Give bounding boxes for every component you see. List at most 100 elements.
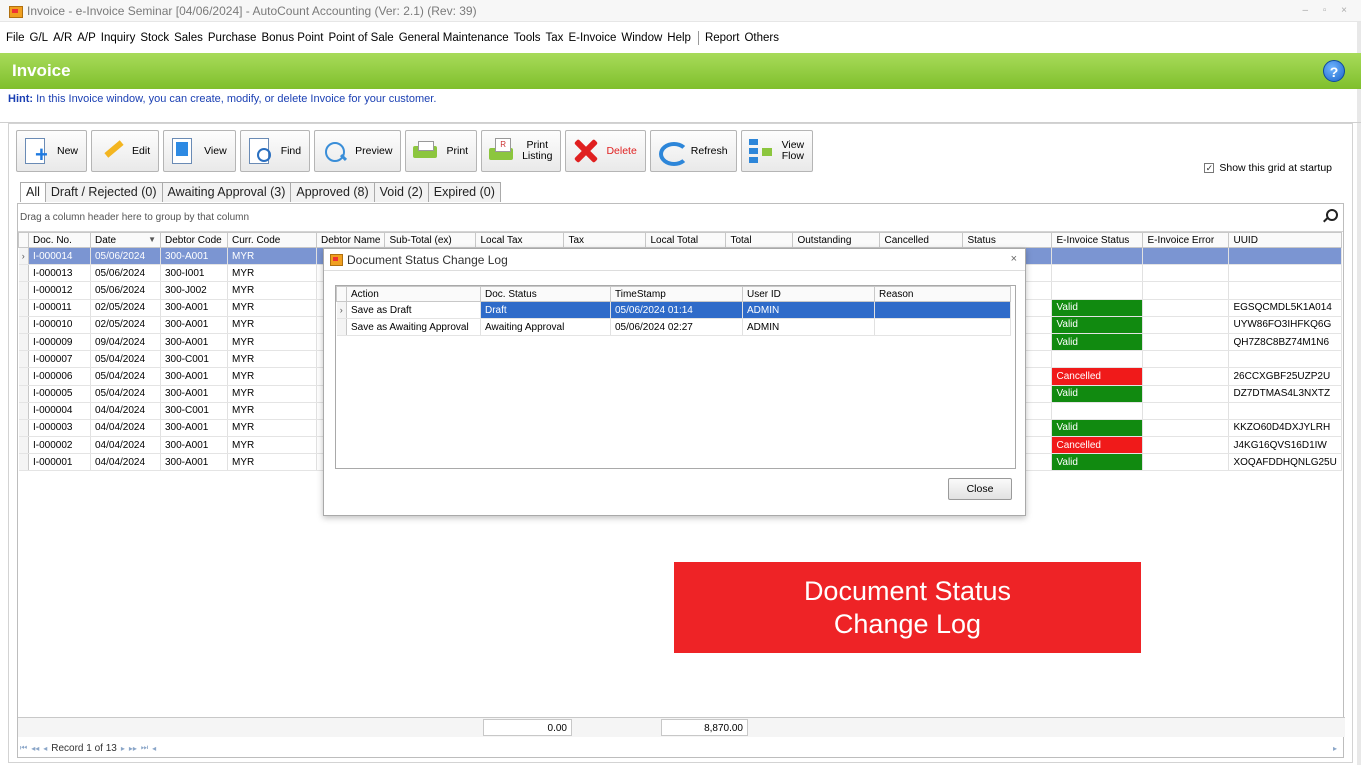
cell-e-invoice-error[interactable] bbox=[1142, 316, 1230, 334]
menu-item-tools[interactable]: Tools bbox=[514, 32, 541, 44]
cell-e-invoice-error[interactable] bbox=[1142, 385, 1230, 403]
cell-doc-no[interactable]: I-000002 bbox=[28, 436, 91, 455]
cell-date[interactable]: 05/06/2024 bbox=[90, 264, 161, 283]
log-cell-action[interactable]: Save as Awaiting Approval bbox=[346, 318, 481, 336]
column-header-tax[interactable]: Tax bbox=[563, 232, 647, 248]
menu-item-others[interactable]: Others bbox=[744, 32, 779, 44]
log-cell-status[interactable]: Draft bbox=[480, 301, 611, 319]
print-button[interactable]: Print bbox=[405, 130, 478, 172]
new-button[interactable]: New bbox=[16, 130, 88, 172]
show-grid-at-startup[interactable]: ✓ Show this grid at startup bbox=[1204, 162, 1332, 174]
menu-item-general-maintenance[interactable]: General Maintenance bbox=[399, 32, 509, 44]
cell-debtor-code[interactable]: 300-A001 bbox=[160, 299, 228, 317]
delete-button[interactable]: Delete bbox=[565, 130, 646, 172]
find-button[interactable]: Find bbox=[239, 130, 311, 172]
menu-item-stock[interactable]: Stock bbox=[140, 32, 169, 44]
edit-button[interactable]: Edit bbox=[91, 130, 160, 172]
menu-item-e-invoice[interactable]: E-Invoice bbox=[568, 32, 616, 44]
cell-debtor-code[interactable]: 300-I001 bbox=[160, 264, 228, 283]
cell-uuid[interactable]: EGSQCMDL5K1A014 bbox=[1228, 299, 1342, 317]
row-indicator[interactable] bbox=[18, 299, 29, 317]
cell-doc-no[interactable]: I-000007 bbox=[28, 350, 91, 369]
cell-curr-code[interactable]: MYR bbox=[227, 419, 317, 438]
cell-doc-no[interactable]: I-000004 bbox=[28, 402, 91, 420]
log-cell-timestamp[interactable]: 05/06/2024 01:14 bbox=[610, 301, 743, 319]
cell-e-invoice-error[interactable] bbox=[1142, 281, 1230, 300]
cell-e-invoice-status[interactable]: Cancelled bbox=[1051, 436, 1144, 455]
cell-debtor-code[interactable]: 300-C001 bbox=[160, 402, 228, 420]
menu-item-purchase[interactable]: Purchase bbox=[208, 32, 257, 44]
cell-curr-code[interactable]: MYR bbox=[227, 350, 317, 369]
cell-uuid[interactable]: DZ7DTMAS4L3NXTZ bbox=[1228, 385, 1342, 403]
cell-curr-code[interactable]: MYR bbox=[227, 333, 317, 352]
log-cell-reason[interactable] bbox=[874, 318, 1011, 336]
cell-date[interactable]: 04/04/2024 bbox=[90, 453, 161, 472]
cell-uuid[interactable]: J4KG16QVS16D1IW bbox=[1228, 436, 1342, 455]
log-column-timestamp[interactable]: TimeStamp bbox=[610, 286, 743, 302]
cell-uuid[interactable] bbox=[1228, 264, 1342, 283]
cell-uuid[interactable] bbox=[1228, 247, 1342, 266]
cell-uuid[interactable]: UYW86FO3IHFKQ6G bbox=[1228, 316, 1342, 334]
cell-date[interactable]: 05/06/2024 bbox=[90, 281, 161, 300]
cell-e-invoice-status[interactable]: Valid bbox=[1051, 299, 1144, 317]
cell-date[interactable]: 04/04/2024 bbox=[90, 402, 161, 420]
row-indicator[interactable] bbox=[18, 436, 29, 455]
cell-date[interactable]: 09/04/2024 bbox=[90, 333, 161, 352]
view-button[interactable]: View bbox=[163, 130, 236, 172]
cell-doc-no[interactable]: I-000003 bbox=[28, 419, 91, 438]
close-button[interactable]: Close bbox=[948, 478, 1012, 500]
row-indicator[interactable] bbox=[18, 350, 29, 369]
column-header-total[interactable]: Total bbox=[725, 232, 794, 248]
cell-e-invoice-status[interactable] bbox=[1051, 350, 1144, 369]
tab-awaiting-approval-3[interactable]: Awaiting Approval (3) bbox=[161, 182, 292, 202]
menu-item-g-l[interactable]: G/L bbox=[30, 32, 49, 44]
cell-e-invoice-error[interactable] bbox=[1142, 247, 1230, 266]
cell-debtor-code[interactable]: 300-A001 bbox=[160, 247, 228, 266]
column-header-uuid[interactable]: UUID bbox=[1228, 232, 1342, 248]
cell-doc-no[interactable]: I-000009 bbox=[28, 333, 91, 352]
menu-item-tax[interactable]: Tax bbox=[546, 32, 564, 44]
cell-e-invoice-status[interactable]: Valid bbox=[1051, 453, 1144, 472]
cell-debtor-code[interactable]: 300-C001 bbox=[160, 350, 228, 369]
group-by-panel[interactable]: Drag a column header here to group by th… bbox=[18, 204, 1343, 232]
row-indicator[interactable] bbox=[18, 281, 29, 300]
cell-date[interactable]: 02/05/2024 bbox=[90, 316, 161, 334]
cell-e-invoice-status[interactable]: Valid bbox=[1051, 385, 1144, 403]
cell-debtor-code[interactable]: 300-A001 bbox=[160, 436, 228, 455]
cell-e-invoice-error[interactable] bbox=[1142, 419, 1230, 438]
menu-item-file[interactable]: File bbox=[6, 32, 25, 44]
view-flow-button[interactable]: View Flow bbox=[740, 130, 814, 172]
startup-checkbox[interactable]: ✓ bbox=[1204, 163, 1215, 173]
menu-item-window[interactable]: Window bbox=[621, 32, 662, 44]
cell-uuid[interactable]: XOQAFDDHQNLG25U bbox=[1228, 453, 1342, 472]
log-cell-user[interactable]: ADMIN bbox=[742, 318, 875, 336]
cell-e-invoice-error[interactable] bbox=[1142, 453, 1230, 472]
log-cell-action[interactable]: Save as Draft bbox=[346, 301, 481, 319]
cell-curr-code[interactable]: MYR bbox=[227, 264, 317, 283]
log-column-user-id[interactable]: User ID bbox=[742, 286, 875, 302]
cell-curr-code[interactable]: MYR bbox=[227, 316, 317, 334]
log-column-doc-status[interactable]: Doc. Status bbox=[480, 286, 611, 302]
menu-item-report[interactable]: Report bbox=[705, 32, 740, 44]
row-indicator[interactable] bbox=[18, 367, 29, 386]
cell-curr-code[interactable]: MYR bbox=[227, 281, 317, 300]
cell-debtor-code[interactable]: 300-A001 bbox=[160, 385, 228, 403]
column-header-debtor-name[interactable]: Debtor Name bbox=[315, 232, 386, 248]
row-indicator[interactable] bbox=[18, 316, 29, 334]
cell-doc-no[interactable]: I-000013 bbox=[28, 264, 91, 283]
cell-doc-no[interactable]: I-000014 bbox=[28, 247, 91, 266]
cell-e-invoice-error[interactable] bbox=[1142, 402, 1230, 420]
log-column-reason[interactable]: Reason bbox=[874, 286, 1011, 302]
cell-e-invoice-error[interactable] bbox=[1142, 367, 1230, 386]
refresh-button[interactable]: Refresh bbox=[649, 130, 737, 172]
column-header-e-invoice-error[interactable]: E-Invoice Error bbox=[1142, 232, 1230, 248]
cell-curr-code[interactable]: MYR bbox=[227, 367, 317, 386]
cell-date[interactable]: 05/04/2024 bbox=[90, 350, 161, 369]
nav-prev-page-icon[interactable]: ◂◂ bbox=[31, 744, 39, 753]
cell-e-invoice-status[interactable] bbox=[1051, 402, 1144, 420]
nav-next-page-icon[interactable]: ▸▸ bbox=[129, 744, 137, 753]
row-indicator[interactable] bbox=[336, 318, 347, 336]
cell-doc-no[interactable]: I-000011 bbox=[28, 299, 91, 317]
menu-item-bonus-point[interactable]: Bonus Point bbox=[261, 32, 323, 44]
cell-e-invoice-status[interactable] bbox=[1051, 247, 1144, 266]
